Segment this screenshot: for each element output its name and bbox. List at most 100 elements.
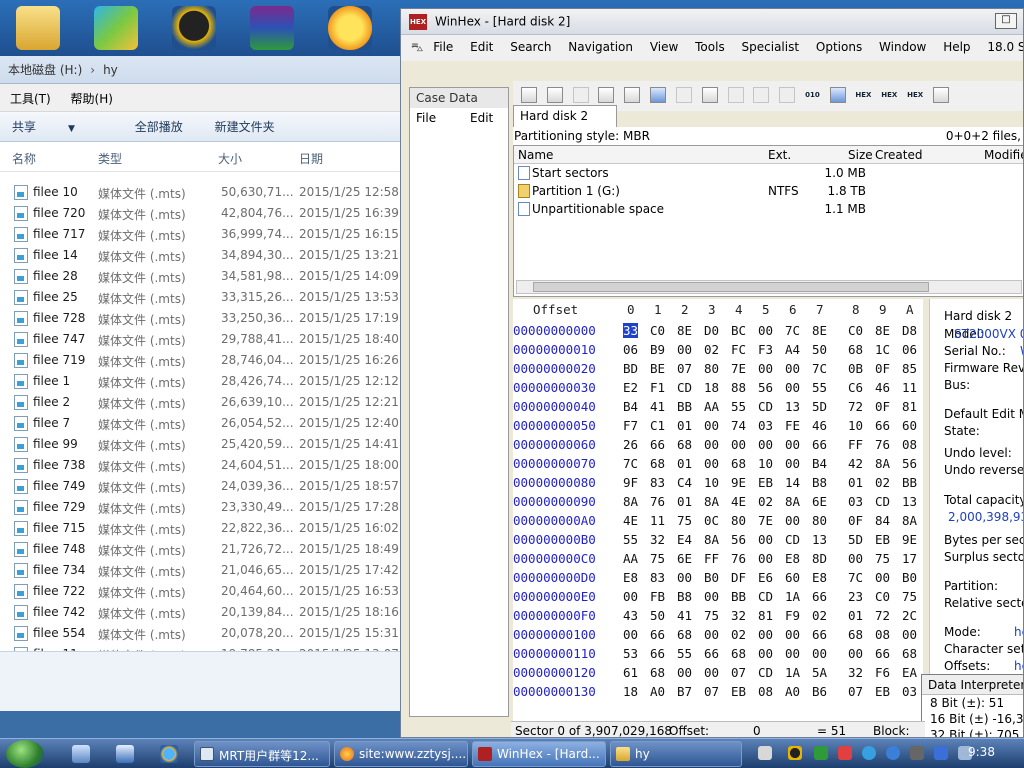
hex-byte[interactable]: 2C (902, 608, 917, 623)
hex-byte[interactable]: 00 (758, 437, 773, 452)
hex-byte[interactable]: 00 (677, 570, 692, 585)
menu-navigation[interactable]: Navigation (568, 40, 633, 54)
hex-byte[interactable]: E8 (812, 570, 827, 585)
hex-byte[interactable]: 41 (650, 399, 665, 414)
hex-byte[interactable]: 00 (704, 456, 719, 471)
hex-byte[interactable]: 56 (731, 532, 746, 547)
hex-byte[interactable]: 80 (731, 513, 746, 528)
paste-icon[interactable] (753, 87, 770, 103)
hex-byte[interactable]: F9 (785, 608, 800, 623)
sun-app-icon[interactable] (328, 6, 372, 50)
cut-icon[interactable] (727, 87, 744, 103)
open-disk-icon[interactable] (650, 87, 667, 103)
hex-byte[interactable]: 00 (785, 513, 800, 528)
hex-byte[interactable]: 00 (704, 665, 719, 680)
hex-byte[interactable]: 66 (812, 437, 827, 452)
hex-byte[interactable]: FE (785, 418, 800, 433)
hex-byte[interactable]: 83 (650, 475, 665, 490)
hex-byte[interactable]: 00 (785, 646, 800, 661)
goto-hex-icon[interactable]: HEX (907, 91, 923, 99)
hex-byte[interactable]: 84 (875, 513, 890, 528)
hex-byte[interactable]: 66 (704, 646, 719, 661)
hex-byte[interactable]: 72 (848, 399, 863, 414)
column-ext[interactable]: Ext. (768, 148, 791, 162)
taskbar-button-explorer[interactable]: hy (610, 741, 742, 767)
file-row[interactable]: filee 10 媒体文件 (.mts) 50,630,71... 2015/1/25… (0, 182, 400, 203)
hex-byte[interactable]: 53 (623, 646, 638, 661)
play-store-icon[interactable] (94, 6, 138, 50)
hex-byte[interactable]: B6 (812, 684, 827, 699)
hex-byte[interactable]: 85 (902, 361, 917, 376)
arrow-right-icon[interactable] (933, 87, 950, 103)
hex-byte[interactable]: 7E (731, 361, 746, 376)
umbrella-icon[interactable] (814, 746, 828, 760)
hex-byte[interactable]: 7E (758, 513, 773, 528)
menu-help[interactable]: 帮助(H) (71, 92, 113, 106)
copy-icon[interactable] (701, 87, 718, 103)
hex-byte[interactable]: 03 (758, 418, 773, 433)
hex-byte[interactable]: 07 (677, 361, 692, 376)
hex-byte[interactable]: FF (848, 437, 863, 452)
hex-byte[interactable]: D8 (902, 323, 917, 338)
hex-byte[interactable]: 50 (650, 608, 665, 623)
hex-byte[interactable]: 1A (785, 589, 800, 604)
new-file-icon[interactable] (521, 87, 537, 103)
hex-byte[interactable]: 01 (848, 608, 863, 623)
tab-hard-disk-2[interactable]: Hard disk 2 (513, 105, 617, 127)
hex-byte[interactable]: B0 (902, 570, 917, 585)
hex-byte[interactable]: BB (902, 475, 917, 490)
hex-byte[interactable]: 00 (758, 361, 773, 376)
file-row[interactable]: filee 717 媒体文件 (.mts) 36,999,74... 2015/1/2… (0, 224, 400, 245)
hex-byte[interactable]: 07 (848, 684, 863, 699)
hex-byte[interactable]: 76 (650, 494, 665, 509)
hex-byte[interactable]: 75 (902, 589, 917, 604)
hex-byte[interactable]: B9 (650, 342, 665, 357)
hex-byte[interactable]: 00 (704, 627, 719, 642)
hex-byte[interactable]: 26 (623, 437, 638, 452)
file-row[interactable]: filee 715 媒体文件 (.mts) 22,822,36... 2015/1/2… (0, 518, 400, 539)
hex-byte[interactable]: 10 (758, 456, 773, 471)
hex-byte[interactable]: 9E (731, 475, 746, 490)
start-button[interactable] (6, 740, 44, 768)
hex-byte[interactable]: 66 (812, 627, 827, 642)
menu-edit[interactable]: Edit (470, 40, 493, 54)
properties-icon[interactable] (624, 87, 641, 103)
hex-editor[interactable]: Offset 0123456789A 00000000000 33 C0 8E D0 BC… (513, 299, 923, 721)
hex-byte[interactable]: 32 (848, 665, 863, 680)
folder-icon[interactable] (16, 6, 60, 50)
hex-byte[interactable]: 06 (902, 342, 917, 357)
menu-help[interactable]: Help (943, 40, 970, 54)
taskbar-button-winhex[interactable]: WinHex - [Hard... (472, 741, 606, 767)
keyboard-icon[interactable] (758, 746, 772, 760)
open-file-icon[interactable] (546, 87, 563, 103)
find-text-icon[interactable] (829, 87, 846, 103)
hex-byte[interactable]: 5D (812, 399, 827, 414)
hex-byte[interactable]: F6 (875, 665, 890, 680)
info-icon[interactable] (886, 746, 900, 760)
hex-byte[interactable]: C6 (848, 380, 863, 395)
hex-byte[interactable]: 4E (623, 513, 638, 528)
hex-byte[interactable]: 75 (677, 513, 692, 528)
hex-byte[interactable]: 0C (704, 513, 719, 528)
horizontal-scrollbar[interactable] (516, 280, 1022, 294)
winrar-icon[interactable] (250, 6, 294, 50)
hex-byte[interactable]: CD (758, 665, 773, 680)
hex-byte[interactable]: 18 (704, 380, 719, 395)
hex-byte[interactable]: EB (875, 532, 890, 547)
hex-byte[interactable]: 55 (623, 532, 638, 547)
hex-byte[interactable]: E4 (677, 532, 692, 547)
file-row[interactable]: filee 2 媒体文件 (.mts) 26,639,10... 2015/1/25 … (0, 392, 400, 413)
address-bar[interactable]: 本地磁盘 (H:) › hy (0, 56, 400, 84)
file-row[interactable]: filee 738 媒体文件 (.mts) 24,604,51... 2015/1/2… (0, 455, 400, 476)
hex-byte[interactable]: 1C (875, 342, 890, 357)
hex-byte[interactable]: 8A (785, 494, 800, 509)
hex-byte[interactable]: 80 (812, 513, 827, 528)
hex-byte[interactable]: 7C (785, 323, 800, 338)
hex-byte[interactable]: 00 (848, 646, 863, 661)
hex-byte[interactable]: CD (758, 589, 773, 604)
hex-byte[interactable]: 66 (650, 627, 665, 642)
hex-byte[interactable]: 55 (812, 380, 827, 395)
hex-byte[interactable]: 68 (650, 456, 665, 471)
file-row[interactable]: filee 1 媒体文件 (.mts) 28,426,74... 2015/1/25 … (0, 371, 400, 392)
hex-byte[interactable]: 13 (785, 399, 800, 414)
